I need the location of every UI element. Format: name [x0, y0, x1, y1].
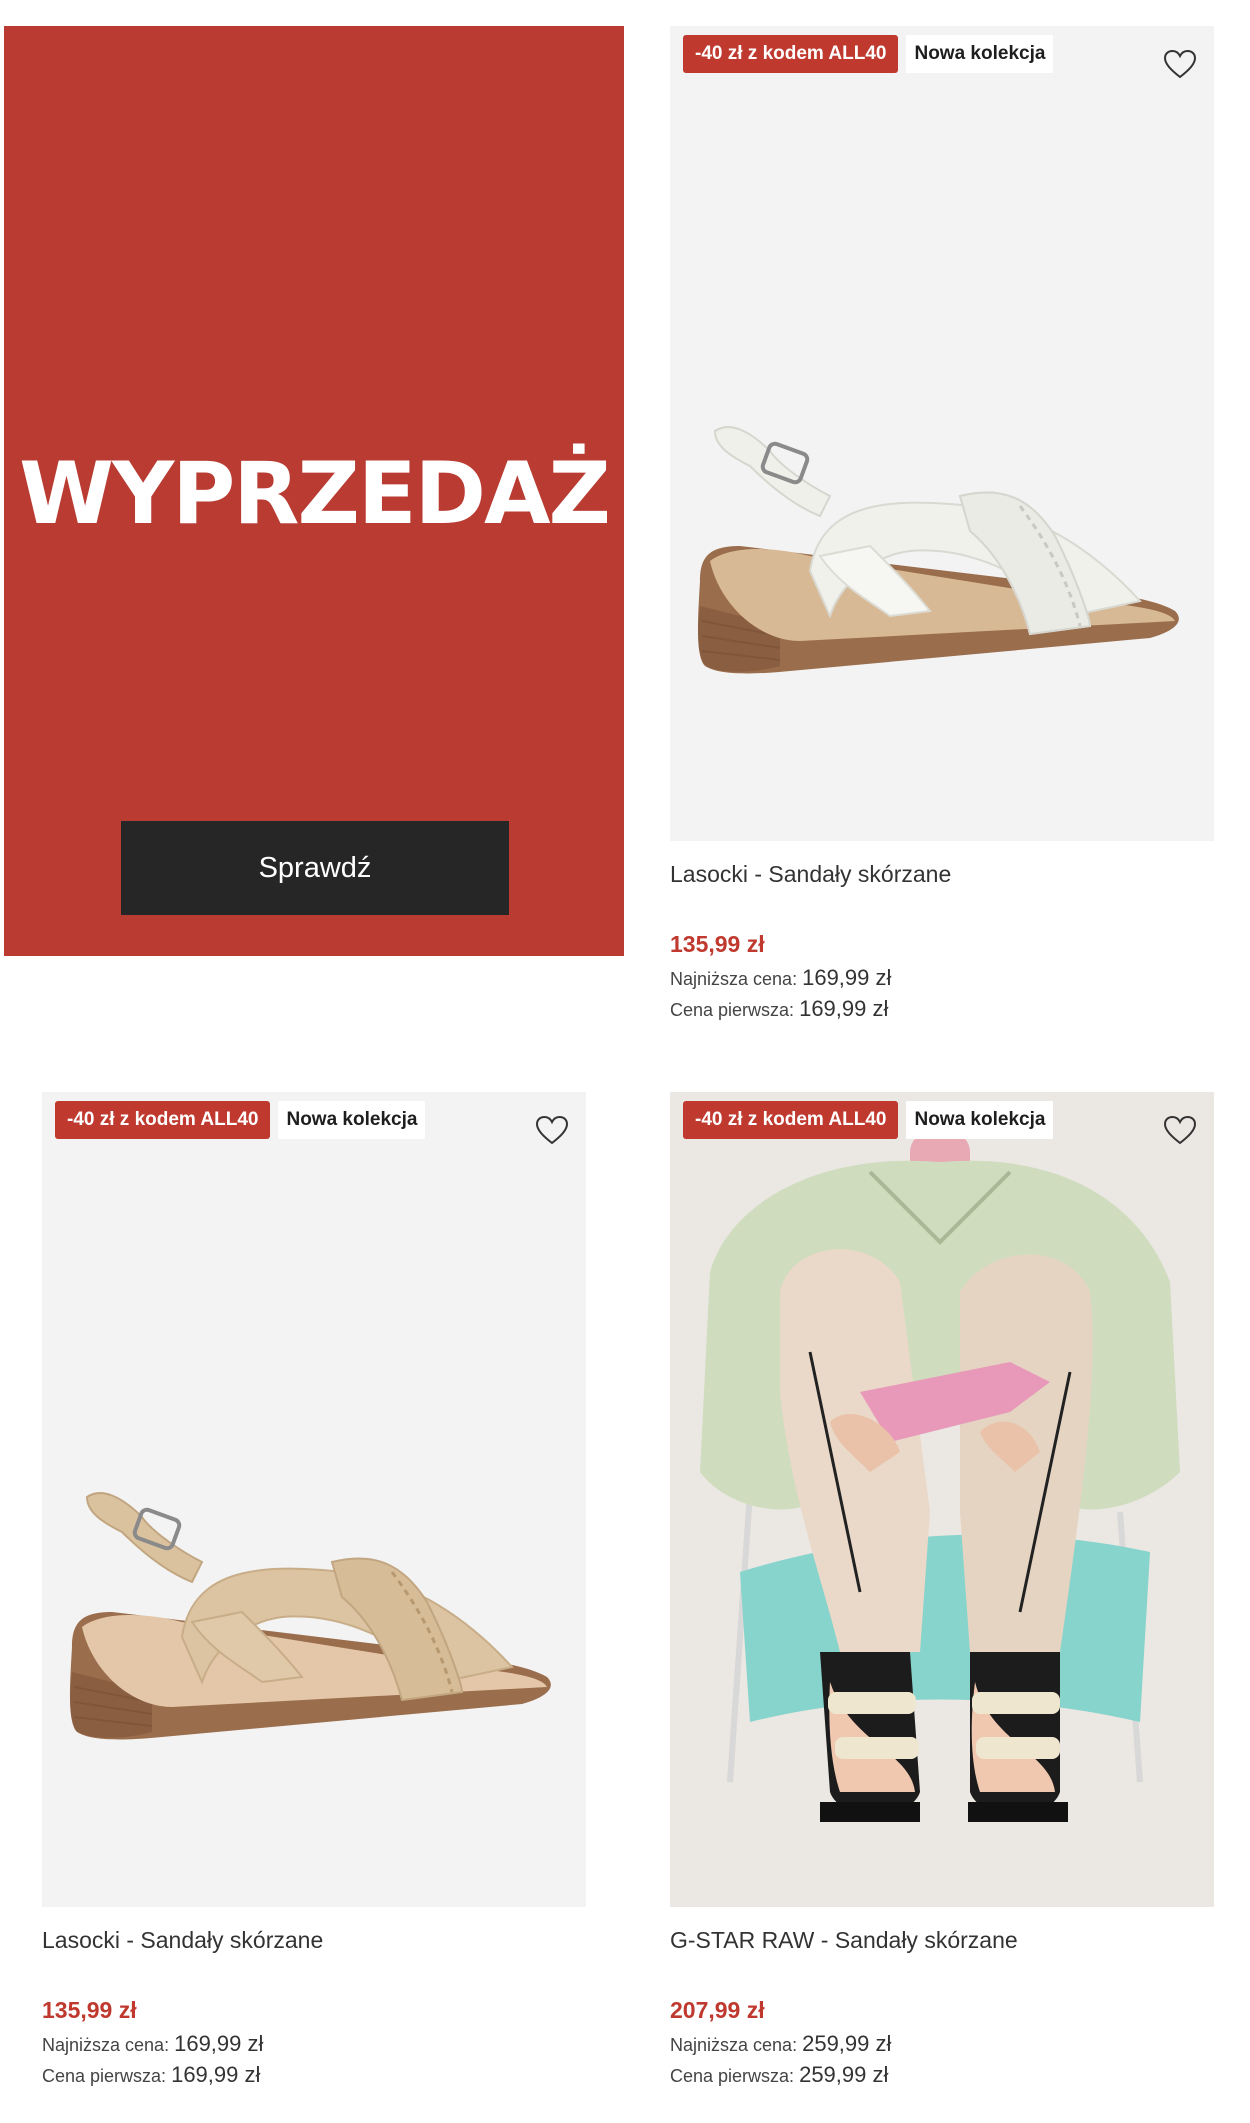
first-price-label: Cena pierwsza:	[670, 1000, 795, 1020]
discount-code-badge: -40 zł z kodem ALL40	[683, 1101, 899, 1139]
check-sale-button[interactable]: Sprawdź	[121, 821, 509, 915]
product-card[interactable]: -40 zł z kodem ALL40 Nowa kolekcja Lasoc…	[42, 1092, 586, 2091]
first-price-label: Cena pierwsza:	[42, 2066, 167, 2086]
discount-code-badge: -40 zł z kodem ALL40	[683, 35, 899, 73]
heart-icon[interactable]	[1160, 44, 1200, 84]
first-price-value: 169,99 zł	[171, 2062, 261, 2087]
product-name[interactable]: Lasocki - Sandały skórzane	[42, 1925, 586, 1955]
lowest-price-label: Najniższa cena:	[670, 969, 798, 989]
product-price: 135,99 zł	[670, 931, 765, 957]
promo-title: WYPRZEDAŻ	[19, 444, 611, 544]
product-price: 207,99 zł	[670, 1997, 765, 2023]
heart-icon[interactable]	[532, 1110, 572, 1150]
sale-promo-banner[interactable]: WYPRZEDAŻ Sprawdź	[4, 26, 624, 956]
product-image[interactable]: -40 zł z kodem ALL40 Nowa kolekcja	[670, 26, 1214, 841]
product-badges: -40 zł z kodem ALL40 Nowa kolekcja	[55, 1101, 426, 1139]
product-price: 135,99 zł	[42, 1997, 137, 2023]
new-collection-badge: Nowa kolekcja	[906, 1101, 1054, 1139]
lowest-price-value: 169,99 zł	[174, 2031, 264, 2056]
product-image[interactable]: -40 zł z kodem ALL40 Nowa kolekcja	[42, 1092, 586, 1907]
new-collection-badge: Nowa kolekcja	[906, 35, 1054, 73]
beige-wedge-sandal-image	[69, 1492, 551, 1740]
lowest-price-line: Najniższa cena: 169,99 zł	[670, 963, 1214, 994]
product-image[interactable]: -40 zł z kodem ALL40 Nowa kolekcja	[670, 1092, 1214, 1907]
product-card[interactable]: -40 zł z kodem ALL40 Nowa kolekcja G-STA…	[670, 1092, 1214, 2091]
lowest-price-value: 259,99 zł	[802, 2031, 892, 2056]
discount-code-badge: -40 zł z kodem ALL40	[55, 1101, 271, 1139]
lowest-price-line: Najniższa cena: 169,99 zł	[42, 2029, 586, 2060]
lowest-price-value: 169,99 zł	[802, 965, 892, 990]
white-wedge-sandal-image	[697, 426, 1179, 674]
new-collection-badge: Nowa kolekcja	[278, 1101, 426, 1139]
heart-icon[interactable]	[1160, 1110, 1200, 1150]
lowest-price-label: Najniższa cena:	[670, 2035, 798, 2055]
model-wearing-sandals-image	[670, 1092, 1214, 1907]
product-listing-page: WYPRZEDAŻ Sprawdź -40 zł z kodem ALL40 N…	[0, 0, 1250, 2123]
product-name[interactable]: G-STAR RAW - Sandały skórzane	[670, 1925, 1214, 1955]
lowest-price-label: Najniższa cena:	[42, 2035, 170, 2055]
lowest-price-line: Najniższa cena: 259,99 zł	[670, 2029, 1214, 2060]
first-price-line: Cena pierwsza: 259,99 zł	[670, 2060, 1214, 2091]
first-price-line: Cena pierwsza: 169,99 zł	[670, 994, 1214, 1025]
product-badges: -40 zł z kodem ALL40 Nowa kolekcja	[683, 35, 1054, 73]
product-badges: -40 zł z kodem ALL40 Nowa kolekcja	[683, 1101, 1054, 1139]
first-price-label: Cena pierwsza:	[670, 2066, 795, 2086]
product-name[interactable]: Lasocki - Sandały skórzane	[670, 859, 1214, 889]
product-card[interactable]: -40 zł z kodem ALL40 Nowa kolekcja Lasoc…	[670, 26, 1214, 1025]
first-price-value: 169,99 zł	[799, 996, 889, 1021]
first-price-value: 259,99 zł	[799, 2062, 889, 2087]
first-price-line: Cena pierwsza: 169,99 zł	[42, 2060, 586, 2091]
